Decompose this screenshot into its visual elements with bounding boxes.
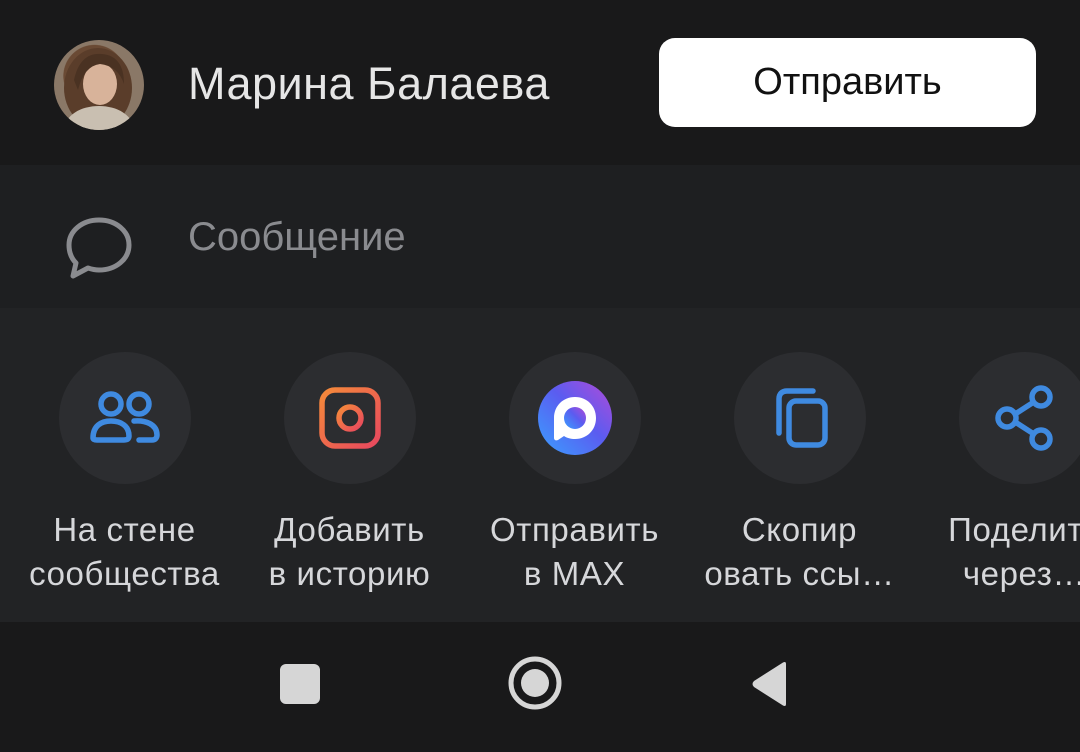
action-label-line: Отправить <box>489 511 660 548</box>
action-share-via[interactable]: Поделить через… <box>912 352 1080 596</box>
story-icon <box>318 387 381 449</box>
square-icon[interactable] <box>278 662 322 706</box>
action-label: Отправить в MAX <box>462 508 687 596</box>
share-actions: На стене сообщества Добавить в историю О… <box>0 308 1080 622</box>
action-label-line: в историю <box>268 555 431 592</box>
action-label: На стене сообщества <box>12 508 237 596</box>
action-circle <box>508 352 641 484</box>
recipient-name: Марина Балаева <box>188 58 550 109</box>
share-icon <box>994 385 1053 451</box>
action-circle <box>283 352 416 484</box>
action-community-wall[interactable]: На стене сообщества <box>12 352 237 596</box>
avatar-photo <box>64 48 133 130</box>
action-label: Добавить в историю <box>237 508 462 596</box>
action-circle <box>733 352 866 484</box>
action-add-to-story[interactable]: Добавить в историю <box>237 352 462 596</box>
users-icon <box>89 391 160 443</box>
action-send-to-max[interactable]: Отправить в MAX <box>462 352 687 596</box>
action-circle <box>958 352 1080 484</box>
action-label: Поделить через… <box>912 508 1080 596</box>
triangle-back-icon[interactable] <box>748 660 792 708</box>
action-copy-link[interactable]: Скопир овать ссы… <box>687 352 912 596</box>
message-row <box>0 165 1080 308</box>
action-label-line: Поделить <box>948 511 1080 548</box>
action-label-line: через… <box>962 555 1080 592</box>
action-circle <box>58 352 191 484</box>
action-label-line: сообщества <box>29 555 220 592</box>
action-label-line: Добавить <box>274 511 425 548</box>
copy-icon <box>775 388 828 448</box>
action-label-line: в MAX <box>523 555 626 592</box>
recipient-row: Марина Балаева Отправить <box>0 0 1080 165</box>
avatar <box>54 40 144 130</box>
action-label: Скопир овать ссы… <box>687 508 912 596</box>
system-nav-bar <box>0 622 1080 752</box>
send-button[interactable]: Отправить <box>659 38 1036 127</box>
action-label-line: Скопир <box>741 511 858 548</box>
circle-icon[interactable] <box>506 654 564 712</box>
action-label-line: На стене <box>53 511 196 548</box>
max-app-icon <box>537 381 612 455</box>
message-input[interactable] <box>188 205 1048 269</box>
speech-bubble-icon <box>66 217 132 279</box>
action-label-line: овать ссы… <box>704 555 895 592</box>
share-sheet: Марина Балаева Отправить На стене сообще… <box>0 0 1080 752</box>
